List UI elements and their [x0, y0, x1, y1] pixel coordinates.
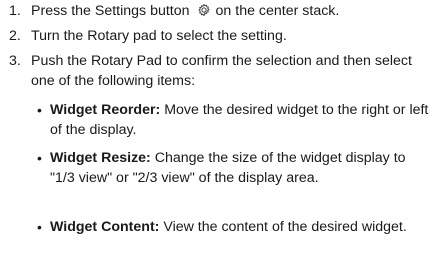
list-item-widget-reorder: • Widget Reorder: Move the desired widge…: [37, 100, 431, 144]
step-number: 3.: [9, 53, 21, 69]
bullet: •: [37, 219, 42, 235]
bullet: •: [37, 102, 42, 118]
item-term: Widget Content:: [50, 219, 160, 235]
item-term: Widget Reorder:: [50, 102, 161, 118]
list-item-widget-resize: • Widget Resize: Change the size of the …: [37, 148, 431, 214]
step-text-after-icon: on the center stack.: [215, 3, 340, 19]
list-item-text: Widget Content: View the content of the …: [50, 217, 430, 237]
step-2: 2. Turn the Rotary pad to select the set…: [0, 26, 433, 48]
step-number: 1.: [9, 3, 21, 19]
step-text: Press the Settings button on the center s…: [31, 1, 431, 21]
step-text-before-icon: Press the Settings button: [31, 3, 190, 19]
step-text: Push the Rotary Pad to confirm the selec…: [31, 53, 412, 89]
bullet: •: [37, 150, 42, 166]
item-term: Widget Resize:: [50, 150, 151, 166]
step-number: 2.: [9, 28, 21, 44]
step-3: 3. Push the Rotary Pad to confirm the se…: [0, 51, 433, 95]
instruction-document: 1. Press the Settings button on the cente…: [0, 0, 433, 261]
step-text: Turn the Rotary pad to select the settin…: [31, 28, 287, 44]
list-item-text: Widget Reorder: Move the desired widget …: [50, 100, 430, 140]
settings-gear-icon: [197, 3, 211, 17]
list-item-text: Widget Resize: Change the size of the wi…: [50, 148, 430, 188]
item-description: View the content of the desired widget.: [163, 219, 407, 235]
step-1: 1. Press the Settings button on the cente…: [0, 1, 433, 23]
list-item-widget-content: • Widget Content: View the content of th…: [37, 217, 431, 261]
